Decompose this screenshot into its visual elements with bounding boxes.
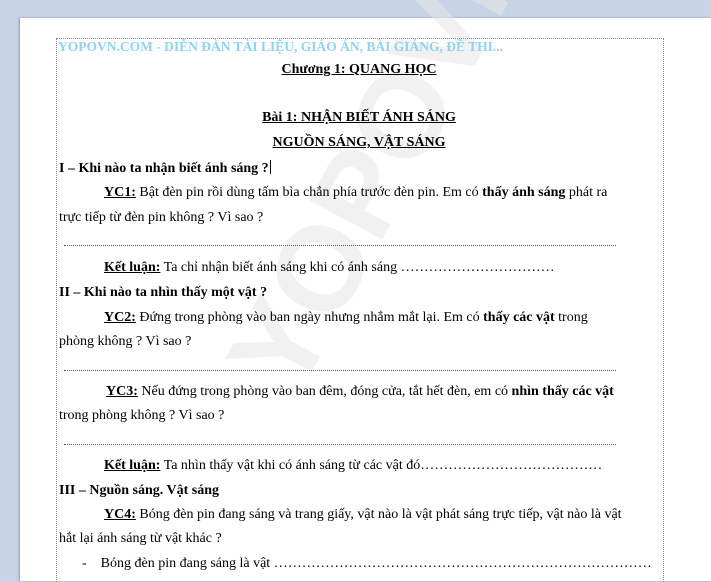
- yc4-line-1[interactable]: YC4: Bóng đèn pin đang sáng và trang giấ…: [104, 507, 622, 523]
- answer-dotted-line: [64, 369, 616, 371]
- conclusion-1[interactable]: Kết luận: Ta chỉ nhận biết ánh sáng khi …: [104, 260, 555, 276]
- section-3-heading[interactable]: III – Nguồn sáng. Vật sáng: [59, 483, 219, 499]
- yc3-line-1[interactable]: YC3: Nếu đứng trong phòng vào ban đêm, đ…: [106, 384, 614, 400]
- yc1-line-2[interactable]: trực tiếp từ đèn pin không ? Vì sao ?: [59, 210, 263, 226]
- bullet-item[interactable]: - Bóng đèn pin đang sáng là vật …………………………: [82, 556, 652, 572]
- lesson-title: Bài 1: NHẬN BIẾT ÁNH SÁNG: [262, 110, 456, 125]
- yc2-line-1[interactable]: YC2: Đứng trong phòng vào ban ngày nhưng…: [104, 310, 588, 326]
- answer-dotted-line: [64, 443, 616, 445]
- page-header: YOPOVN.COM - DIỄN ĐÀN TÀI LIỆU, GIÁO ÁN,…: [58, 39, 504, 54]
- document-page: YOPOVN.COM YOPOVN.COM - DIỄN ĐÀN TÀI LIỆ…: [20, 0, 711, 582]
- lesson-subtitle: NGUỒN SÁNG, VẬT SÁNG: [272, 135, 446, 150]
- conclusion-2[interactable]: Kết luận: Ta nhìn thấy vật khi có ánh sá…: [104, 458, 602, 474]
- section-2-heading[interactable]: II – Khi nào ta nhìn thấy một vật ?: [59, 285, 267, 301]
- yc2-line-2[interactable]: phòng không ? Vì sao ?: [59, 334, 191, 350]
- text-cursor: [269, 160, 271, 174]
- yc4-line-2[interactable]: hắt lại ánh sáng từ vật khác ?: [59, 531, 222, 547]
- yc1-line-1[interactable]: YC1: Bật đèn pin rồi dùng tấm bìa chắn p…: [104, 185, 607, 201]
- yc3-line-2[interactable]: trong phòng không ? Vì sao ?: [59, 408, 224, 424]
- section-1-heading[interactable]: I – Khi nào ta nhận biết ánh sáng ?: [59, 160, 271, 177]
- chapter-title: Chương 1: QUANG HỌC: [281, 62, 437, 77]
- answer-dotted-line: [64, 244, 616, 246]
